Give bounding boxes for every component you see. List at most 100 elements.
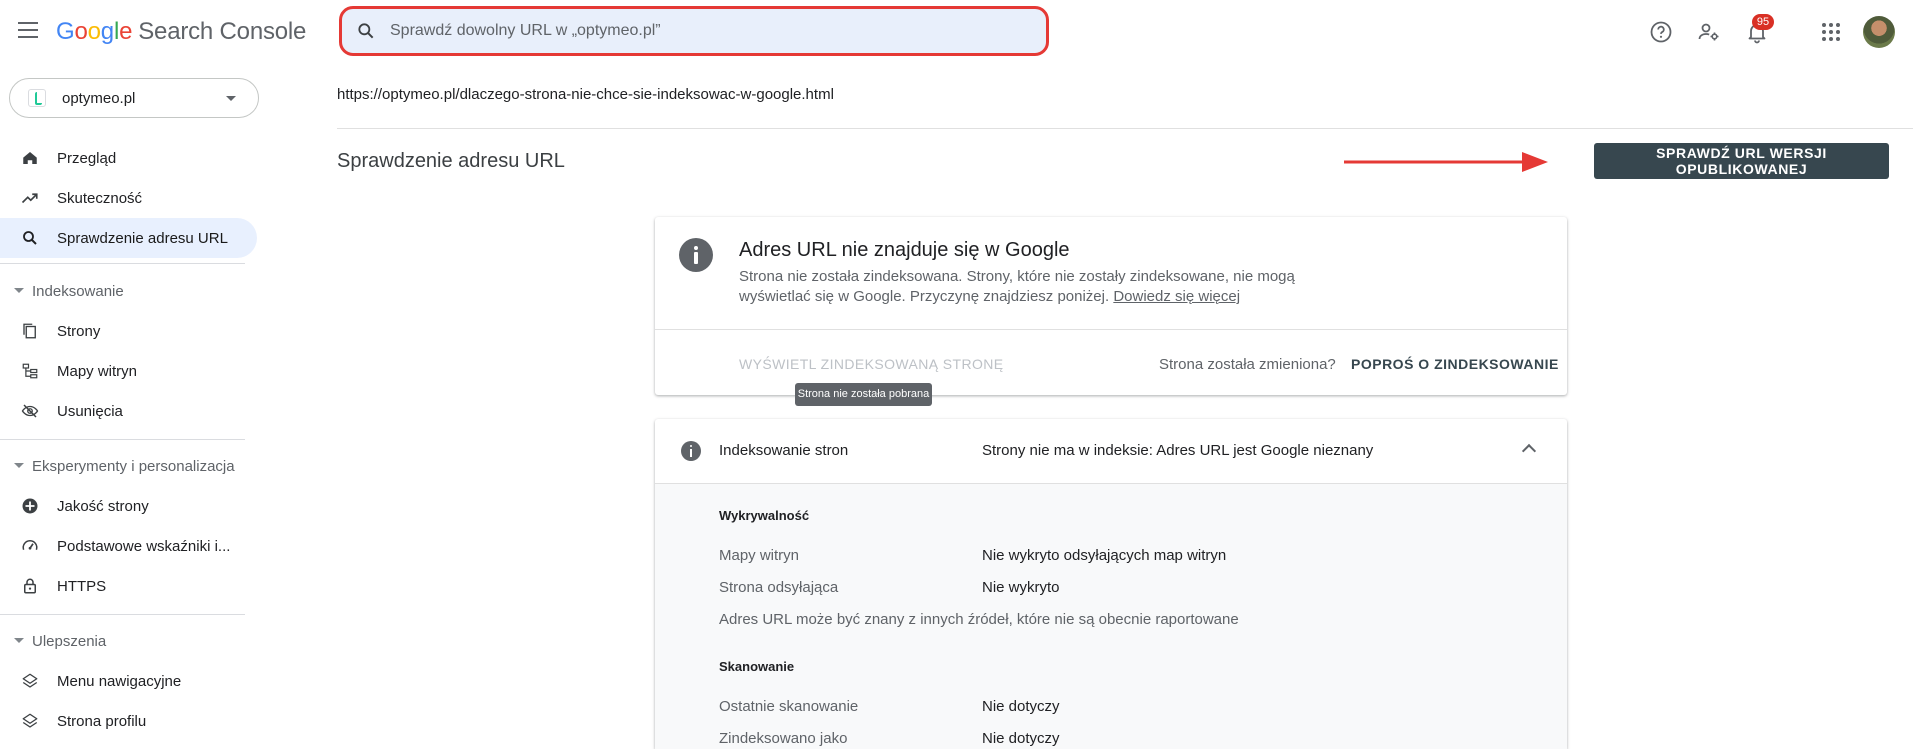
sidebar-item-label: Strony [57, 323, 101, 340]
page-indexing-header[interactable]: Indeksowanie stron Strony nie ma w indek… [655, 419, 1567, 483]
logo-letter: e [119, 18, 133, 45]
info-icon [679, 238, 713, 272]
detail-value: Nie wykryto odsyłających map witryn [982, 547, 1227, 564]
sidebar-nav: optymeo.pl Przegląd Skuteczność Sprawdze… [0, 64, 265, 749]
sidebar-section-indexing[interactable]: Indeksowanie [0, 276, 257, 306]
property-label: optymeo.pl [62, 90, 136, 107]
product-logo[interactable]: Google Search Console [56, 18, 306, 46]
sidebar-item-overview[interactable]: Przegląd [0, 138, 257, 178]
divider [0, 614, 245, 615]
page-title: Sprawdzenie adresu URL [337, 150, 565, 172]
url-inspection-search [339, 6, 1049, 56]
sidebar-item-label: HTTPS [57, 578, 107, 595]
sidebar-item-label: Mapy witryn [57, 363, 138, 380]
sidebar-item-label: Strona profilu [57, 713, 147, 730]
section-label: Eksperymenty i personalizacja [32, 458, 235, 475]
sitemap-icon [22, 363, 38, 379]
chevron-up-icon[interactable] [1521, 443, 1537, 459]
sidebar-item-removals[interactable]: Usunięcia [0, 391, 257, 431]
visibility-off-icon [21, 404, 39, 418]
logo-letter: o [87, 18, 101, 45]
sidebar-item-label: Skuteczność [57, 190, 143, 207]
page-changed-question: Strona została zmieniona? [1159, 356, 1336, 373]
layers-icon [22, 713, 38, 728]
inspected-url: https://optymeo.pl/dlaczego-strona-nie-c… [337, 86, 834, 103]
sidebar-item-label: Sprawdzenie adresu URL [57, 230, 228, 247]
url-status-card: Adres URL nie znajduje się w Google Stro… [655, 217, 1567, 395]
property-favicon-icon [28, 89, 46, 107]
info-icon [681, 441, 701, 461]
request-indexing-button[interactable]: POPROŚ O ZINDEKSOWANIE [1351, 356, 1559, 372]
search-icon [358, 23, 374, 39]
home-icon [23, 152, 37, 164]
collapse-caret-icon [14, 463, 24, 468]
sidebar-item-label: Jakość strony [57, 498, 149, 515]
sidebar-item-sitemaps[interactable]: Mapy witryn [0, 351, 257, 391]
crawl-heading: Skanowanie [719, 659, 795, 674]
sidebar-item-url-inspection[interactable]: Sprawdzenie adresu URL [0, 218, 257, 258]
sidebar-item-label: Usunięcia [57, 403, 123, 420]
sidebar-item-core-web-vitals[interactable]: Podstawowe wskaźniki i... [0, 526, 257, 566]
sidebar-section-experiments[interactable]: Eksperymenty i personalizacja [0, 451, 257, 481]
page-indexing-label: Indeksowanie stron [719, 442, 849, 459]
add-circle-icon [22, 498, 38, 514]
divider [337, 128, 1913, 129]
sidebar-item-pages[interactable]: Strony [0, 311, 257, 351]
search-input[interactable] [390, 17, 1030, 45]
help-icon[interactable] [1649, 20, 1673, 44]
avatar[interactable] [1863, 16, 1895, 48]
discovery-note: Adres URL może być znany z innych źródeł… [719, 611, 1239, 628]
search-icon [23, 231, 37, 245]
sidebar-item-label: Menu nawigacyjne [57, 673, 182, 690]
sidebar-item-breadcrumbs[interactable]: Menu nawigacyjne [0, 661, 257, 701]
detail-label: Mapy witryn [719, 547, 800, 564]
notifications-badge: 95 [1752, 14, 1774, 30]
tooltip: Strona nie została pobrana [795, 383, 932, 406]
layers-icon [22, 673, 38, 688]
test-live-url-button[interactable]: SPRAWDŹ URL WERSJI OPUBLIKOWANEJ [1594, 143, 1889, 179]
page-indexing-status: Strony nie ma w indeksie: Adres URL jest… [982, 442, 1374, 459]
detail-value: Nie dotyczy [982, 698, 1060, 715]
section-label: Indeksowanie [32, 283, 124, 300]
logo-letter: G [56, 18, 75, 45]
detail-value: Nie wykryto [982, 579, 1060, 596]
detail-label: Strona odsyłająca [719, 579, 839, 596]
divider [655, 329, 1567, 330]
sidebar-item-https[interactable]: HTTPS [0, 566, 257, 606]
pages-icon [23, 323, 36, 339]
sidebar-item-label: Przegląd [57, 150, 117, 167]
annotation-arrow [1344, 152, 1548, 172]
apps-grid-icon[interactable] [1819, 20, 1843, 44]
detail-label: Zindeksowano jako [719, 730, 848, 747]
lock-icon [24, 578, 36, 594]
collapse-caret-icon [14, 638, 24, 643]
page-indexing-card: Indeksowanie stron Strony nie ma w indek… [655, 419, 1567, 749]
status-description: Strona nie została zindeksowana. Strony,… [739, 267, 1299, 307]
sidebar-item-profile-page[interactable]: Strona profilu [0, 701, 257, 741]
property-selector[interactable]: optymeo.pl [9, 78, 259, 118]
detail-value: Nie dotyczy [982, 730, 1060, 747]
dropdown-caret-icon [226, 96, 236, 101]
top-app-bar: GoogleSearch Console 95 [0, 0, 1913, 64]
discovery-heading: Wykrywalność [719, 508, 810, 523]
speed-gauge-icon [22, 540, 38, 550]
manage-users-icon[interactable] [1697, 20, 1721, 44]
collapse-caret-icon [14, 288, 24, 293]
page-indexing-details: Wykrywalność Mapy witryn Nie wykryto ods… [655, 483, 1567, 749]
sidebar-item-page-experience[interactable]: Jakość strony [0, 486, 257, 526]
learn-more-link[interactable]: Dowiedz się więcej [1113, 288, 1240, 305]
view-indexed-page-button[interactable]: WYŚWIETL ZINDEKSOWANĄ STRONĘ [739, 356, 1004, 372]
product-name: Search Console [138, 18, 307, 45]
sidebar-item-label: Podstawowe wskaźniki i... [57, 538, 231, 555]
section-label: Ulepszenia [32, 633, 107, 650]
divider [0, 439, 245, 440]
sidebar-section-enhancements[interactable]: Ulepszenia [0, 626, 257, 656]
logo-letter: g [100, 18, 114, 45]
divider [0, 263, 245, 264]
status-title: Adres URL nie znajduje się w Google [739, 239, 1070, 261]
trending-up-icon [21, 193, 38, 204]
sidebar-item-performance[interactable]: Skuteczność [0, 178, 257, 218]
menu-icon[interactable] [18, 22, 38, 38]
logo-letter: o [74, 18, 88, 45]
detail-label: Ostatnie skanowanie [719, 698, 859, 715]
